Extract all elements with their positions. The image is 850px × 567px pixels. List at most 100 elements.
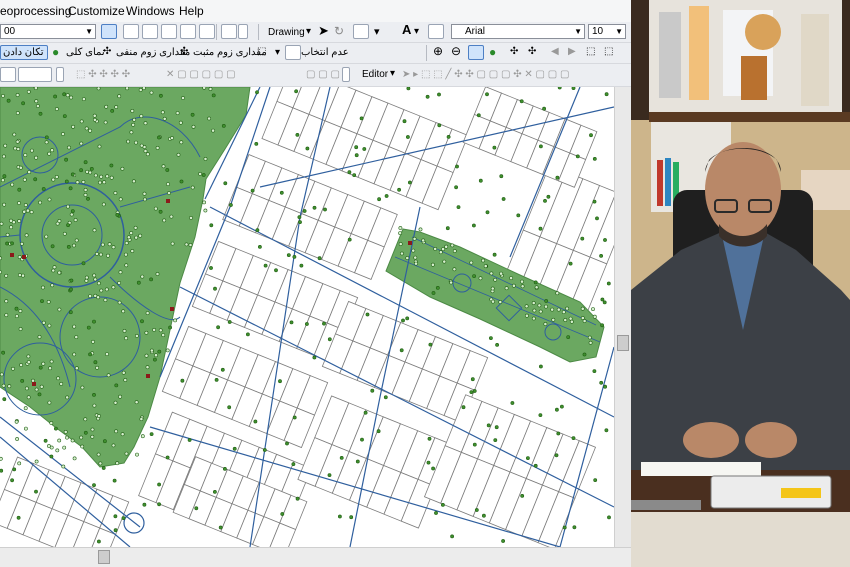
editing-tool-icon[interactable]: [101, 24, 117, 39]
toolbar-options-icon[interactable]: [238, 24, 248, 39]
zoom-in-fixed-icon[interactable]: ✣: [510, 46, 518, 58]
tree-point: [114, 429, 119, 434]
tree-point: [542, 106, 547, 111]
table-of-contents-icon[interactable]: [142, 24, 158, 39]
tree-point: [557, 87, 562, 90]
tree-point: [118, 270, 123, 275]
layout-icon[interactable]: [0, 67, 16, 82]
select-features-icon[interactable]: ⬚: [257, 46, 266, 58]
clear-selection-icon[interactable]: [285, 45, 301, 60]
pan-hand-icon[interactable]: [468, 45, 484, 60]
toolbar-options-icon[interactable]: [56, 67, 64, 82]
rectangle-icon[interactable]: [353, 24, 369, 39]
tree-point: [65, 93, 70, 98]
tree-point: [168, 325, 173, 330]
tree-point: [75, 180, 80, 185]
cad-tools-icon[interactable]: ▢ ▢ ▢: [306, 69, 340, 81]
editor-menu[interactable]: Editor: [362, 69, 388, 81]
tree-point: [22, 209, 27, 214]
tree-point: [337, 514, 342, 519]
tree-point: [327, 337, 332, 342]
tree-point: [138, 88, 143, 92]
tree-point: [161, 164, 166, 169]
topology-tools-icon[interactable]: ✕ ▢ ▢ ▢ ▢ ▢: [166, 69, 236, 81]
tree-point: [187, 438, 192, 442]
horizontal-scroll-thumb[interactable]: [98, 550, 110, 564]
edit-tools-icon[interactable]: ➤ ▸ ⬚ ⬚ ╱ ✣ ✣ ▢ ▢ ▢ ✣ ✕ ▢ ▢ ▢: [402, 69, 569, 81]
tree-point: [221, 124, 226, 128]
tree-point: [61, 464, 66, 469]
font-size-combo[interactable]: 10 ▼: [588, 24, 626, 39]
model-builder-icon[interactable]: [221, 24, 237, 39]
rotate-icon[interactable]: ↻: [334, 25, 344, 37]
trophy: [659, 12, 681, 98]
back-arrow-icon[interactable]: ◀: [551, 46, 559, 58]
editor-toolbar-icon[interactable]: [123, 24, 139, 39]
font-name-combo[interactable]: Arial ▼: [451, 24, 585, 39]
zoom-in-icon[interactable]: ⊕: [433, 45, 443, 57]
tree-point: [93, 117, 97, 122]
tree-point: [592, 157, 597, 161]
select-elements-icon[interactable]: ➤: [318, 24, 329, 37]
tree-point: [34, 155, 39, 160]
clear-selection-button[interactable]: عدم انتخاب: [301, 47, 349, 59]
map-canvas[interactable]: [0, 87, 614, 547]
tree-point: [43, 438, 48, 443]
layer-combo[interactable]: [18, 67, 52, 82]
editor-toolbar: ⬚ ✣ ✣ ✣ ✣ ✕ ▢ ▢ ▢ ▢ ▢ ▢ ▢ ▢ Editor ▾ ➤ ▸…: [0, 64, 631, 87]
tree-point: [298, 220, 302, 225]
georef-tools-icon[interactable]: ⬚ ✣ ✣ ✣ ✣: [76, 69, 130, 81]
drawing-menu[interactable]: Drawing: [268, 27, 305, 39]
full-extent-globe-icon[interactable]: ●: [489, 46, 496, 58]
search-window-icon[interactable]: [180, 24, 196, 39]
menu-customize[interactable]: Customize: [68, 4, 125, 18]
text-tool-icon[interactable]: A: [402, 23, 411, 36]
select-features-icon[interactable]: ⬚: [586, 46, 595, 58]
tree-point: [438, 250, 443, 255]
tree-point: [154, 353, 158, 358]
tree-point: [0, 456, 3, 461]
arctoolbox-icon[interactable]: [199, 24, 215, 39]
vertical-scrollbar[interactable]: [614, 87, 631, 547]
forward-arrow-icon[interactable]: ▶: [568, 46, 576, 58]
clear-selection-icon[interactable]: ⬚: [604, 46, 613, 58]
menu-geoprocessing[interactable]: eoprocessing: [0, 4, 71, 18]
chevron-down-icon: ▾: [275, 47, 281, 58]
catalog-window-icon[interactable]: [161, 24, 177, 39]
chevron-down-icon: ▾: [306, 26, 312, 37]
fixed-zoom-out-button[interactable]: مقداری زوم مثبت: [193, 47, 267, 59]
horizontal-scrollbar[interactable]: [0, 547, 631, 567]
tree-point: [604, 428, 609, 433]
pan-button[interactable]: تکان دادن: [0, 45, 48, 60]
tree-point: [362, 147, 367, 151]
vertical-scroll-thumb[interactable]: [617, 335, 629, 351]
tree-point: [110, 108, 115, 113]
tree-point: [218, 525, 223, 530]
tree-point: [104, 287, 109, 292]
tree-point: [115, 461, 120, 466]
tree-point: [121, 309, 126, 314]
map-scale-combo[interactable]: 00 ▼: [0, 24, 96, 39]
menu-help[interactable]: Help: [179, 4, 204, 18]
zoom-out-fixed-icon[interactable]: ✣: [528, 46, 536, 58]
tree-point: [472, 389, 477, 393]
tree-point: [115, 213, 120, 217]
tree-point: [86, 196, 90, 201]
zoom-out-icon[interactable]: ⊖: [451, 45, 461, 57]
tree-point: [363, 410, 368, 415]
tree-point: [566, 335, 571, 340]
tree-point: [347, 237, 352, 242]
full-extent-button[interactable]: نمای کلی: [66, 47, 105, 59]
tree-point: [92, 113, 97, 118]
tree-point: [520, 279, 524, 284]
tree-point: [582, 319, 587, 323]
tree-point: [360, 437, 364, 442]
tree-point: [575, 154, 580, 159]
toolbar-options-icon[interactable]: [342, 67, 350, 82]
tree-point: [302, 209, 307, 213]
tree-point: [213, 286, 217, 291]
tree-point: [212, 489, 217, 494]
tree-point: [37, 334, 42, 339]
menu-windows[interactable]: Windows: [126, 4, 175, 18]
edit-vertices-icon[interactable]: [428, 24, 444, 39]
